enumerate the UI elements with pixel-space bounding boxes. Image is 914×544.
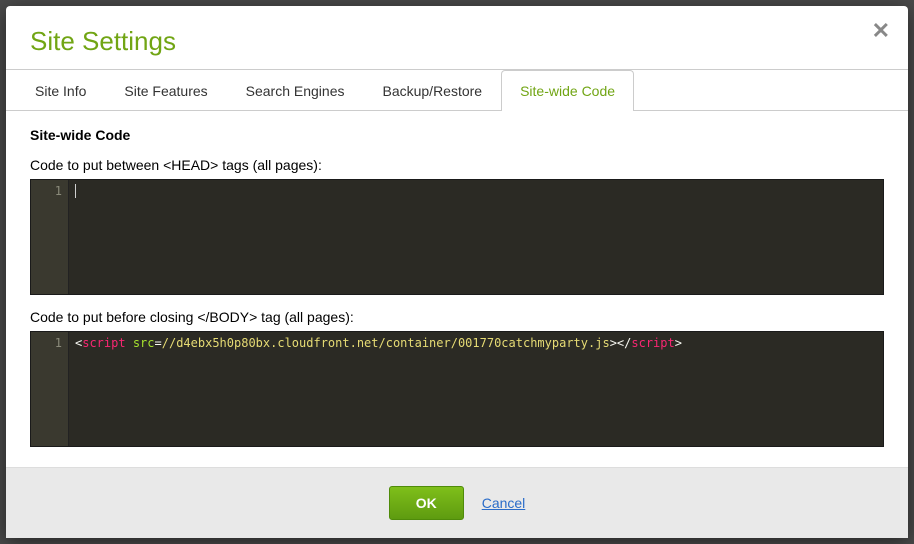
tabs-bar: Site Info Site Features Search Engines B… [6, 69, 908, 111]
gutter-body: 1 [31, 332, 69, 446]
ok-button[interactable]: OK [389, 486, 464, 520]
modal-footer: OK Cancel [6, 467, 908, 538]
settings-modal: Site Settings ✕ Site Info Site Features … [6, 6, 908, 538]
head-code-editor[interactable]: 1 [30, 179, 884, 295]
tab-site-info[interactable]: Site Info [16, 70, 105, 111]
section-title: Site-wide Code [30, 127, 884, 143]
tab-site-features[interactable]: Site Features [105, 70, 226, 111]
body-code-label: Code to put before closing </BODY> tag (… [30, 309, 884, 325]
tab-backup-restore[interactable]: Backup/Restore [363, 70, 501, 111]
line-number: 1 [33, 184, 62, 198]
line-number: 1 [33, 336, 62, 350]
body-code-area[interactable]: <script src=//d4ebx5h0p80bx.cloudfront.n… [69, 332, 883, 446]
tab-site-wide-code[interactable]: Site-wide Code [501, 70, 634, 111]
body-code-editor[interactable]: 1 <script src=//d4ebx5h0p80bx.cloudfront… [30, 331, 884, 447]
modal-header: Site Settings ✕ [6, 6, 908, 70]
text-cursor [75, 184, 76, 198]
tab-search-engines[interactable]: Search Engines [227, 70, 364, 111]
head-code-label: Code to put between <HEAD> tags (all pag… [30, 157, 884, 173]
modal-title: Site Settings [30, 26, 884, 57]
modal-body: Site-wide Code Code to put between <HEAD… [6, 111, 908, 467]
cancel-button[interactable]: Cancel [482, 495, 526, 511]
head-code-area[interactable] [69, 180, 883, 294]
close-icon[interactable]: ✕ [872, 20, 890, 42]
gutter-head: 1 [31, 180, 69, 294]
